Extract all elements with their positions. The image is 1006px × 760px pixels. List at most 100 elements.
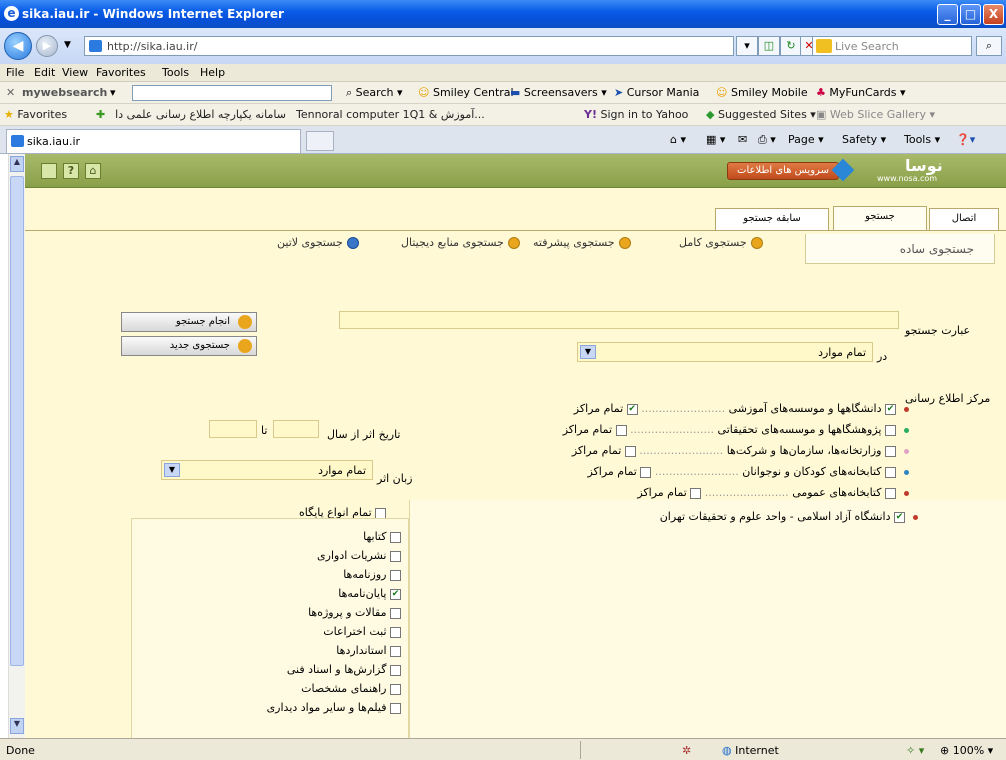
menu-help[interactable]: Help — [200, 66, 225, 79]
scope-select[interactable]: ▼ تمام موارد — [577, 342, 873, 362]
myfuncards-link[interactable]: ♣ MyFunCards ▾ — [816, 86, 906, 99]
language-select[interactable]: ▼ تمام موارد — [161, 460, 373, 480]
fav-link-suggested[interactable]: ◆ Suggested Sites ▾ — [706, 108, 816, 121]
maximize-button[interactable]: □ — [960, 4, 981, 25]
home-icon[interactable]: ⌂ ▾ — [670, 133, 686, 146]
doc-type-checkbox[interactable] — [390, 550, 401, 562]
edit-icon[interactable] — [41, 163, 57, 179]
center-checkbox[interactable] — [885, 466, 896, 478]
all-centers-checkbox[interactable] — [640, 466, 652, 478]
doc-type-checkbox[interactable] — [390, 607, 401, 619]
mail-icon[interactable]: ✉ — [738, 133, 747, 146]
feeds-icon[interactable]: ▦ ▾ — [706, 133, 725, 146]
menu-favorites[interactable]: Favorites — [96, 66, 146, 79]
all-types-checkbox[interactable] — [375, 507, 387, 519]
live-search-field[interactable]: Live Search — [812, 36, 972, 56]
close-button[interactable]: X — [983, 4, 1004, 25]
new-tab-button[interactable] — [306, 131, 334, 151]
left-scrollbar[interactable]: ▲ ▼ — [8, 154, 25, 738]
simple-search-tab[interactable]: جستجوی ساده — [805, 234, 995, 264]
cursor-mania-link[interactable]: ➤ Cursor Mania — [614, 86, 699, 99]
browser-tab[interactable]: sika.iau.ir — [6, 129, 301, 153]
year-from-input[interactable] — [273, 420, 319, 438]
scroll-thumb[interactable] — [10, 176, 24, 666]
smiley-mobile-link[interactable]: ☺ Smiley Mobile — [716, 86, 808, 99]
all-centers-checkbox[interactable] — [615, 424, 627, 436]
doc-type-row[interactable]: استانداردها — [336, 644, 401, 657]
doc-type-row[interactable]: مقالات و پروژه‌ها — [308, 606, 401, 619]
favorites-button[interactable]: ★ Favorites — [4, 108, 67, 121]
doc-type-checkbox[interactable] — [390, 683, 401, 695]
center-checkbox[interactable] — [885, 424, 896, 436]
all-centers-checkbox[interactable] — [690, 487, 702, 499]
doc-type-checkbox[interactable] — [390, 702, 401, 714]
menu-tools[interactable]: Tools — [162, 66, 189, 79]
selected-center-checkbox[interactable]: ✔ — [894, 511, 905, 523]
language-dropdown-icon[interactable]: ▼ — [164, 463, 180, 477]
doc-type-checkbox[interactable] — [390, 626, 401, 638]
refresh-icon[interactable]: ↻ — [780, 36, 802, 56]
doc-type-checkbox[interactable] — [390, 645, 401, 657]
fav-link-yahoo[interactable]: Y! Sign in to Yahoo — [584, 108, 688, 121]
scroll-up-icon[interactable]: ▲ — [10, 156, 24, 172]
tab-login[interactable]: اتصال — [929, 208, 999, 230]
doc-type-row[interactable]: روزنامه‌ها — [343, 568, 401, 581]
forward-button[interactable]: ▶ — [36, 35, 58, 57]
doc-type-checkbox[interactable] — [390, 664, 401, 676]
advanced-search-link[interactable]: جستجوی پیشرفته — [533, 236, 635, 249]
help-icon[interactable]: ❓▾ — [956, 133, 975, 146]
doc-type-checkbox[interactable] — [390, 531, 401, 543]
new-search-button[interactable]: جستجوی جدید — [121, 336, 257, 356]
nav-dropdown-icon[interactable]: ▼ — [64, 40, 71, 50]
latin-search-link[interactable]: جستجوی لاتین — [277, 236, 363, 249]
center-checkbox[interactable] — [885, 445, 896, 457]
services-button[interactable]: سرویس های اطلاعات — [727, 162, 839, 180]
mywebsearch-dropdown-icon[interactable]: ▾ — [110, 86, 116, 99]
submit-search-button[interactable]: انجام جستجو — [121, 312, 257, 332]
doc-type-row[interactable]: راهنمای مشخصات — [301, 682, 401, 695]
screensavers-link[interactable]: ▬ Screensavers ▾ — [510, 86, 607, 99]
search-icon[interactable]: ⌕ — [976, 36, 1002, 56]
back-button[interactable]: ◀ — [4, 32, 32, 60]
add-favorite-icon[interactable]: ✚ — [96, 108, 105, 121]
full-search-link[interactable]: جستجوی کامل — [679, 236, 767, 249]
tab-search[interactable]: جستجو — [833, 206, 927, 230]
doc-type-row[interactable]: ✔ پایان‌نامه‌ها — [338, 587, 401, 600]
tools-menu[interactable]: Tools ▾ — [904, 133, 940, 146]
compat-icon[interactable]: ◫ — [758, 36, 780, 56]
home-site-icon[interactable]: ⌂ — [85, 163, 101, 179]
all-centers-checkbox[interactable]: ✔ — [626, 403, 638, 415]
scroll-down-icon[interactable]: ▼ — [10, 718, 24, 734]
close-toolbar-icon[interactable]: ✕ — [6, 86, 15, 99]
doc-type-row[interactable]: گزارش‌ها و اسناد فنی — [287, 663, 401, 676]
fav-link-2[interactable]: Tennoral computer 1Q1 & آموزش... — [296, 108, 556, 121]
tab-history[interactable]: سابقه جستجو — [715, 208, 829, 230]
address-dropdown-icon[interactable]: ▾ — [736, 36, 758, 56]
doc-type-row[interactable]: نشریات ادواری — [317, 549, 401, 562]
doc-type-checkbox[interactable]: ✔ — [390, 588, 401, 600]
zoom-control[interactable]: ⊕ 100% ▾ — [940, 744, 993, 757]
page-menu[interactable]: Page ▾ — [788, 133, 824, 146]
minimize-button[interactable]: _ — [937, 4, 958, 25]
doc-type-row[interactable]: فیلم‌ها و سایر مواد دیداری — [267, 701, 401, 714]
mywebsearch-input[interactable] — [132, 85, 332, 101]
selected-center-row[interactable]: ✔ دانشگاه آزاد اسلامی - واحد علوم و تحقی… — [660, 510, 918, 523]
center-checkbox[interactable] — [885, 487, 896, 499]
query-input[interactable] — [339, 311, 899, 329]
security-icon[interactable]: ✧ ▾ — [906, 744, 924, 757]
year-to-input[interactable] — [209, 420, 257, 438]
all-centers-checkbox[interactable] — [624, 445, 636, 457]
print-icon[interactable]: ⎙ ▾ — [758, 133, 776, 147]
fav-link-webslice[interactable]: ▣ Web Slice Gallery ▾ — [816, 108, 935, 121]
doc-type-row[interactable]: ثبت اختراعات — [323, 625, 401, 638]
digital-search-link[interactable]: جستجوی منابع دیجیتال — [401, 236, 524, 249]
doc-type-checkbox[interactable] — [390, 569, 401, 581]
safety-menu[interactable]: Safety ▾ — [842, 133, 886, 146]
menu-file[interactable]: File — [6, 66, 24, 79]
smiley-central-link[interactable]: ☺ Smiley Central — [418, 86, 514, 99]
fav-link-1[interactable]: سامانه یکپارچه اطلاع رسانی علمی دانشگاه … — [116, 108, 286, 121]
doc-type-row[interactable]: کتابها — [363, 530, 401, 543]
help-site-icon[interactable]: ? — [63, 163, 79, 179]
menu-view[interactable]: View — [62, 66, 88, 79]
address-field[interactable]: http://sika.iau.ir/ — [84, 36, 734, 56]
